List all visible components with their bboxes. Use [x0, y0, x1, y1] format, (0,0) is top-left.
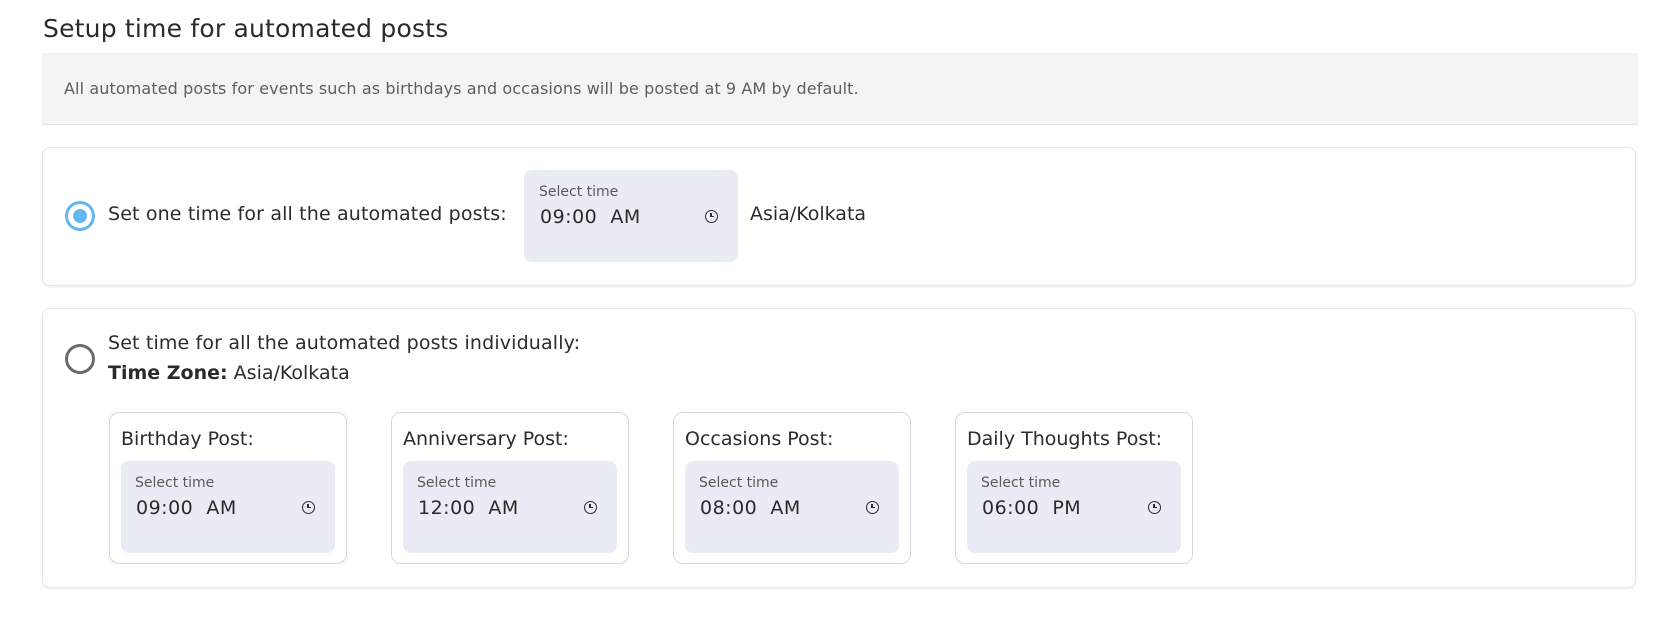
- single-time-picker[interactable]: Select time 09:00 AM: [524, 170, 738, 262]
- clock-icon[interactable]: [584, 501, 597, 514]
- time-value: 12:00 AM: [418, 497, 519, 519]
- info-banner: All automated posts for events such as b…: [42, 53, 1638, 125]
- time-value: 09:00 AM: [136, 497, 237, 519]
- birthday-post-box: Birthday Post: Select time 09:00 AM: [109, 412, 347, 564]
- timezone-value: Asia/Kolkata: [233, 362, 350, 384]
- birthday-time-picker[interactable]: Select time 09:00 AM: [121, 461, 335, 553]
- time-caption: Select time: [981, 475, 1061, 491]
- individual-timezone: Time Zone: Asia/Kolkata: [108, 362, 350, 384]
- occasions-time-picker[interactable]: Select time 08:00 AM: [685, 461, 899, 553]
- time-caption: Select time: [135, 475, 215, 491]
- timezone-label: Time Zone:: [108, 362, 228, 384]
- anniversary-time-picker[interactable]: Select time 12:00 AM: [403, 461, 617, 553]
- info-text: All automated posts for events such as b…: [64, 79, 859, 98]
- single-time-option-card: Set one time for all the automated posts…: [42, 147, 1636, 286]
- post-title: Birthday Post:: [121, 428, 254, 450]
- single-time-radio[interactable]: [65, 201, 95, 231]
- post-title: Daily Thoughts Post:: [967, 428, 1163, 450]
- individual-time-option-card: Set time for all the automated posts ind…: [42, 308, 1636, 588]
- individual-time-radio[interactable]: [65, 344, 95, 374]
- daily-thoughts-post-box: Daily Thoughts Post: Select time 06:00 P…: [955, 412, 1193, 564]
- time-caption: Select time: [539, 184, 619, 200]
- clock-icon[interactable]: [302, 501, 315, 514]
- page-title: Setup time for automated posts: [43, 14, 449, 43]
- time-value: 09:00 AM: [540, 206, 641, 228]
- daily-thoughts-time-picker[interactable]: Select time 06:00 PM: [967, 461, 1181, 553]
- post-title: Anniversary Post:: [403, 428, 569, 450]
- time-caption: Select time: [417, 475, 497, 491]
- single-time-timezone: Asia/Kolkata: [750, 203, 867, 225]
- radio-selected-dot: [73, 209, 87, 223]
- anniversary-post-box: Anniversary Post: Select time 12:00 AM: [391, 412, 629, 564]
- post-title: Occasions Post:: [685, 428, 834, 450]
- time-value: 08:00 AM: [700, 497, 801, 519]
- single-time-label: Set one time for all the automated posts…: [108, 203, 507, 225]
- clock-icon[interactable]: [866, 501, 879, 514]
- clock-icon[interactable]: [1148, 501, 1161, 514]
- time-caption: Select time: [699, 475, 779, 491]
- clock-icon[interactable]: [705, 210, 718, 223]
- individual-time-label: Set time for all the automated posts ind…: [108, 332, 581, 354]
- occasions-post-box: Occasions Post: Select time 08:00 AM: [673, 412, 911, 564]
- time-value: 06:00 PM: [982, 497, 1082, 519]
